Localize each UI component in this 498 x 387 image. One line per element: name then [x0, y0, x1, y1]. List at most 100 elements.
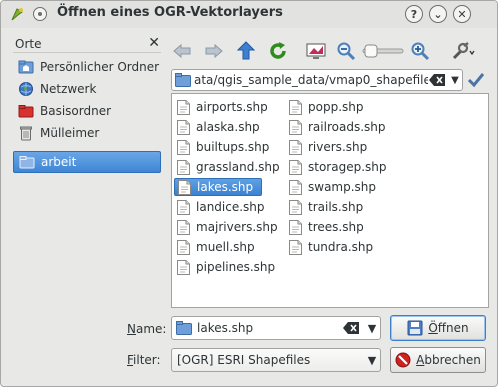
- window-title: Öffnen eines OGR-Vektorlayers: [57, 5, 283, 20]
- folder-icon: [19, 156, 35, 169]
- file-item[interactable]: grassland.shp: [174, 158, 283, 176]
- file-item[interactable]: storagep.shp: [286, 158, 390, 176]
- file-item[interactable]: builtups.shp: [174, 138, 272, 156]
- filter-label: Filter:: [127, 353, 161, 367]
- file-icon: [178, 179, 191, 195]
- file-name: alaska.shp: [196, 120, 260, 134]
- file-name: swamp.shp: [308, 180, 377, 194]
- file-name: grassland.shp: [196, 160, 280, 174]
- file-icon: [289, 219, 302, 235]
- file-item[interactable]: lakes.shp: [174, 178, 262, 196]
- file-name: trails.shp: [308, 200, 364, 214]
- file-name: airports.shp: [196, 100, 268, 114]
- file-icon: [177, 99, 190, 115]
- file-icon: [289, 179, 302, 195]
- file-item[interactable]: railroads.shp: [286, 118, 388, 136]
- open-button[interactable]: Öffnen: [390, 315, 486, 341]
- settings-icon[interactable]: [449, 40, 477, 62]
- cancel-button-label: Abbrechen: [416, 353, 481, 367]
- open-button-label: Öffnen: [428, 321, 469, 335]
- sidebar-item-label: arbeit: [41, 155, 77, 169]
- file-name: lakes.shp: [197, 180, 254, 194]
- file-name: railroads.shp: [308, 120, 386, 134]
- root-folder-icon: [18, 105, 34, 118]
- path-text[interactable]: ata/qgis_sample_data/vmap0_shapefiles: [194, 73, 428, 87]
- file-icon: [177, 219, 190, 235]
- clear-icon[interactable]: [342, 321, 360, 335]
- filter-combobox[interactable]: [OGR] ESRI Shapefiles ▼: [171, 348, 381, 372]
- name-input[interactable]: lakes.shp: [197, 321, 342, 335]
- file-name: muell.shp: [196, 240, 255, 254]
- file-item[interactable]: rivers.shp: [286, 138, 370, 156]
- forward-arrow-icon[interactable]: [203, 40, 225, 62]
- file-item[interactable]: trails.shp: [286, 198, 366, 216]
- close-sidebar-icon[interactable]: ✕: [148, 35, 160, 51]
- file-item[interactable]: swamp.shp: [286, 178, 379, 196]
- file-item[interactable]: landice.shp: [174, 198, 268, 216]
- clear-icon[interactable]: [428, 73, 446, 87]
- help-button[interactable]: ?: [405, 5, 423, 23]
- minimize-button[interactable]: ⌄: [429, 5, 447, 23]
- file-icon: [289, 199, 302, 215]
- file-icon: [177, 159, 190, 175]
- sidebar-item-label: Netzwerk: [40, 82, 97, 96]
- checkmark-icon[interactable]: [467, 71, 485, 89]
- pin-icon[interactable]: [32, 6, 48, 22]
- sidebar-item-arbeit[interactable]: arbeit: [13, 151, 161, 173]
- file-icon: [177, 239, 190, 255]
- save-disk-icon: [407, 320, 423, 336]
- file-item[interactable]: trees.shp: [286, 218, 367, 236]
- qgis-app-icon: [11, 8, 23, 21]
- chevron-down-icon[interactable]: ▼: [364, 354, 380, 367]
- file-item[interactable]: muell.shp: [174, 238, 258, 256]
- file-icon: [177, 259, 190, 275]
- file-item[interactable]: majrivers.shp: [174, 218, 281, 236]
- up-arrow-icon[interactable]: [235, 40, 257, 62]
- zoom-out-icon[interactable]: [335, 40, 357, 62]
- file-name: popp.shp: [308, 100, 364, 114]
- zoom-in-icon[interactable]: [409, 40, 431, 62]
- file-item[interactable]: alaska.shp: [174, 118, 263, 136]
- cancel-icon: [395, 352, 411, 368]
- file-dialog-window: Öffnen eines OGR-Vektorlayers ? ⌄ ✕ Orte…: [0, 0, 498, 387]
- reload-icon[interactable]: [267, 40, 289, 62]
- places-header: Orte: [15, 37, 42, 51]
- file-name: storagep.shp: [308, 160, 387, 174]
- sidebar-item-trash[interactable]: Mülleimer: [13, 122, 161, 144]
- sidebar-item-home[interactable]: Persönlicher Ordner: [13, 56, 161, 78]
- sidebar-item-label: Mülleimer: [40, 126, 100, 140]
- zoom-slider[interactable]: [361, 40, 405, 62]
- folder-icon: [176, 321, 192, 335]
- chevron-down-icon[interactable]: ▼: [448, 75, 462, 86]
- path-combobox[interactable]: ata/qgis_sample_data/vmap0_shapefiles ▼: [171, 69, 463, 91]
- file-name: builtups.shp: [196, 140, 270, 154]
- filter-value[interactable]: [OGR] ESRI Shapefiles: [172, 353, 364, 367]
- file-icon: [177, 139, 190, 155]
- navigation-toolbar: [171, 36, 491, 66]
- sidebar-item-label: Persönlicher Ordner: [40, 60, 160, 74]
- file-icon: [289, 139, 302, 155]
- folder-icon: [175, 73, 191, 87]
- file-icon: [289, 99, 302, 115]
- name-label: Name:: [127, 322, 167, 336]
- preview-icon[interactable]: [305, 40, 327, 62]
- file-icon: [177, 119, 190, 135]
- file-icon: [289, 119, 302, 135]
- file-list[interactable]: airports.shp alaska.shp builtups.shp grassl…: [171, 93, 489, 308]
- file-item[interactable]: tundra.shp: [286, 238, 376, 256]
- file-item[interactable]: popp.shp: [286, 98, 366, 116]
- file-name: landice.shp: [196, 200, 265, 214]
- file-icon: [177, 199, 190, 215]
- cancel-button[interactable]: Abbrechen: [390, 347, 486, 373]
- chevron-down-icon[interactable]: ▼: [364, 322, 380, 335]
- file-name: majrivers.shp: [196, 220, 278, 234]
- back-arrow-icon[interactable]: [171, 40, 193, 62]
- file-name: tundra.shp: [308, 240, 374, 254]
- file-item[interactable]: airports.shp: [174, 98, 271, 116]
- close-window-button[interactable]: ✕: [453, 5, 471, 23]
- home-folder-icon: [18, 60, 34, 74]
- file-item[interactable]: pipelines.shp: [174, 258, 278, 276]
- sidebar-item-network[interactable]: Netzwerk: [13, 78, 161, 100]
- sidebar-item-root[interactable]: Basisordner: [13, 100, 161, 122]
- name-combobox[interactable]: lakes.shp ▼: [171, 316, 381, 340]
